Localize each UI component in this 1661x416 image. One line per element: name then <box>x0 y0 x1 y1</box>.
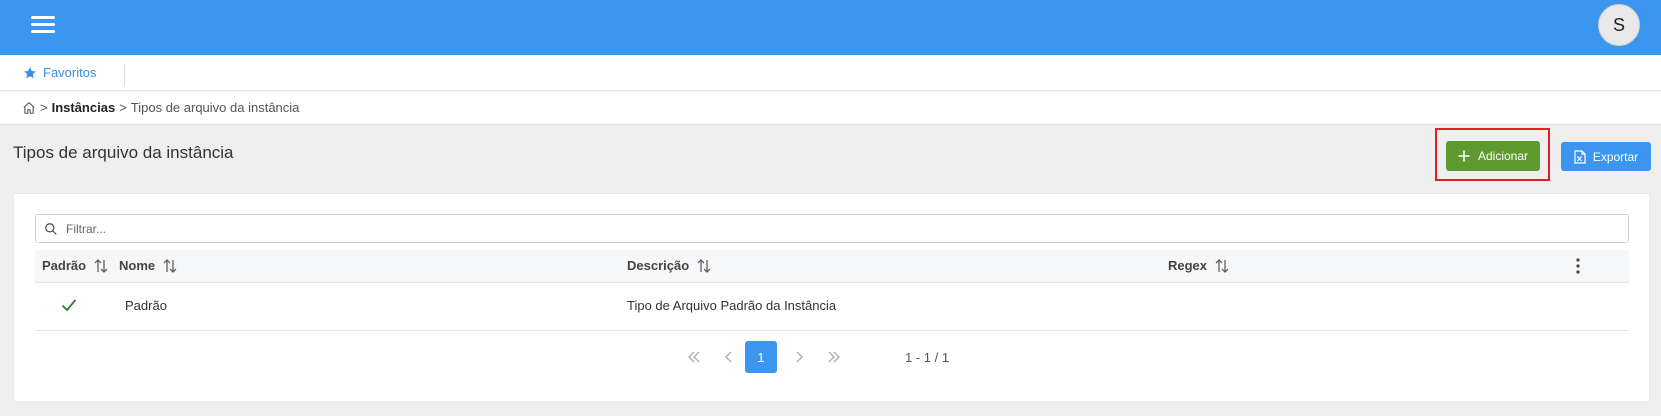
pagination-info: 1 - 1 / 1 <box>905 350 950 365</box>
divider <box>124 64 125 86</box>
prev-page-icon[interactable] <box>713 341 745 373</box>
first-page-icon[interactable] <box>678 341 710 373</box>
table-header: Padrão Nome Descrição Regex <box>35 250 1629 283</box>
star-icon <box>24 66 36 78</box>
column-header-descricao[interactable]: Descrição <box>627 258 711 273</box>
home-icon[interactable] <box>22 101 36 115</box>
page-title: Tipos de arquivo da instância <box>13 143 234 162</box>
column-label: Nome <box>119 258 156 273</box>
add-button-label: Adicionar <box>1477 149 1529 163</box>
column-header-nome[interactable]: Nome <box>119 258 177 273</box>
column-label: Regex <box>1168 258 1208 273</box>
cell-nome: Padrão <box>125 298 167 313</box>
column-label: Descrição <box>627 258 690 273</box>
last-page-icon[interactable] <box>818 341 850 373</box>
breadcrumb-instancias[interactable]: Instâncias <box>52 100 116 115</box>
favorites-link[interactable]: Favoritos <box>23 65 96 80</box>
filter-input[interactable] <box>66 221 1566 236</box>
table-row[interactable]: Padrão Tipo de Arquivo Padrão da Instânc… <box>35 283 1629 331</box>
top-bar: S <box>0 0 1661 55</box>
column-label: Padrão <box>42 258 87 273</box>
column-header-regex[interactable]: Regex <box>1168 258 1229 273</box>
add-button[interactable]: Adicionar <box>1446 141 1540 171</box>
sort-icon <box>1215 258 1229 273</box>
plus-icon <box>1458 150 1470 162</box>
favorites-label: Favoritos <box>43 65 97 80</box>
breadcrumb-current: Tipos de arquivo da instância <box>130 100 300 115</box>
sort-icon <box>94 258 108 273</box>
filter-field[interactable] <box>35 214 1629 243</box>
table-card: Padrão Nome Descrição Regex <box>13 193 1650 402</box>
user-initial: S <box>1612 14 1625 35</box>
search-icon <box>45 222 57 235</box>
pagination: 1 1 - 1 / 1 <box>14 339 1651 375</box>
cell-descricao: Tipo de Arquivo Padrão da Instância <box>627 298 837 313</box>
breadcrumb-bar: > Instâncias > Tipos de arquivo da instâ… <box>0 92 1661 125</box>
breadcrumb-separator: > <box>119 100 127 115</box>
hamburger-menu-icon[interactable] <box>28 12 60 42</box>
excel-file-icon <box>1574 149 1586 164</box>
sort-icon <box>163 258 177 273</box>
sort-icon <box>697 258 711 273</box>
breadcrumb-separator: > <box>40 100 48 115</box>
check-icon <box>61 299 77 312</box>
export-button[interactable]: Exportar <box>1561 142 1651 171</box>
user-avatar[interactable]: S <box>1598 4 1640 46</box>
column-options-icon[interactable] <box>1570 257 1586 275</box>
favorites-bar: Favoritos <box>0 55 1661 91</box>
column-header-padrao[interactable]: Padrão <box>42 258 108 273</box>
breadcrumb: > Instâncias > Tipos de arquivo da instâ… <box>22 100 299 115</box>
page-button[interactable]: 1 <box>745 341 777 373</box>
export-button-label: Exportar <box>1592 149 1639 164</box>
next-page-icon[interactable] <box>783 341 815 373</box>
